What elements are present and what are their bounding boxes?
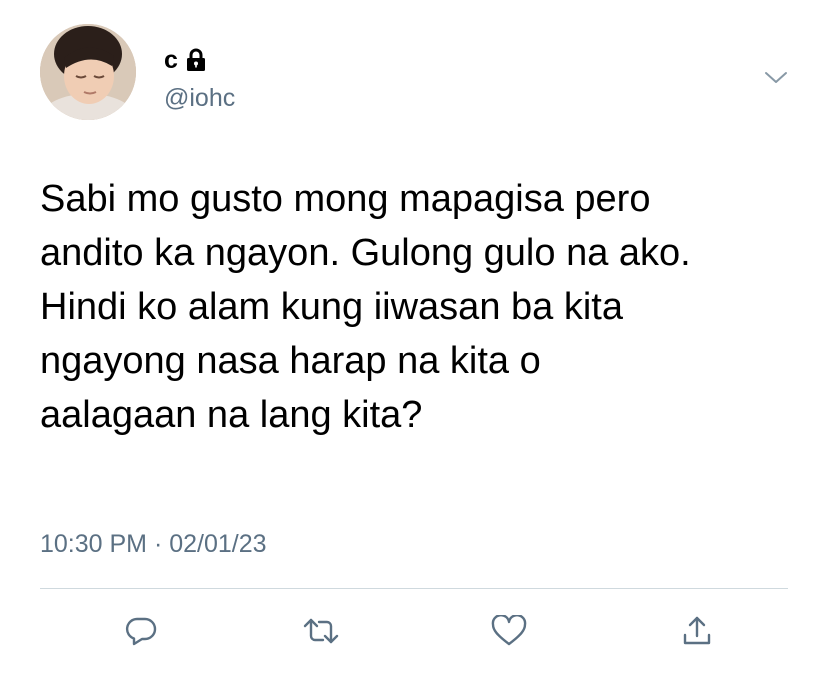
reply-button[interactable]	[120, 610, 162, 652]
lock-icon	[186, 48, 206, 72]
share-button[interactable]	[676, 610, 718, 652]
like-icon	[491, 615, 527, 646]
avatar-photo	[40, 24, 136, 120]
author-name-row[interactable]: c	[164, 44, 206, 76]
author-handle[interactable]: @iohc	[164, 84, 235, 113]
share-icon	[683, 616, 711, 645]
chevron-down-icon	[765, 72, 787, 83]
reply-icon	[125, 617, 157, 646]
more-options-button[interactable]	[762, 66, 790, 90]
tweet-text: Sabi mo gusto mong mapagisa pero andito …	[40, 178, 691, 436]
divider	[40, 588, 788, 589]
retweet-icon	[303, 618, 339, 644]
retweet-button[interactable]	[300, 610, 342, 652]
avatar[interactable]	[40, 24, 136, 120]
tweet-timestamp[interactable]: 10:30 PM · 02/01/23	[40, 530, 267, 559]
like-button[interactable]	[488, 610, 530, 652]
author-display-name[interactable]: c	[164, 46, 178, 75]
